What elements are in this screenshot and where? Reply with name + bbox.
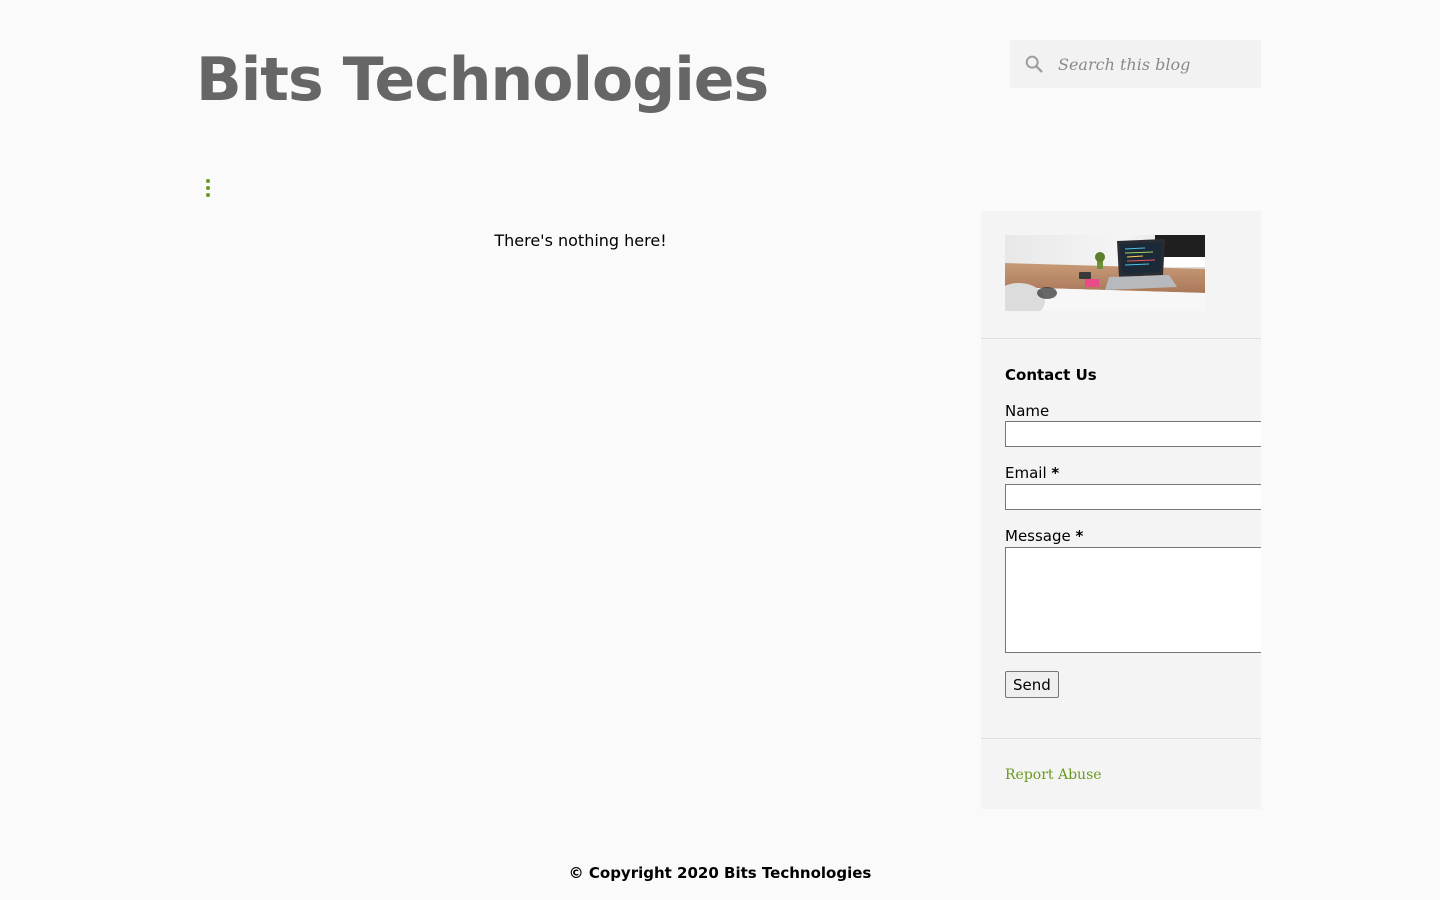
search-icon[interactable]: [1010, 40, 1058, 88]
menu-dot: [206, 193, 210, 197]
search-box[interactable]: [1010, 40, 1261, 88]
menu-dot: [206, 186, 210, 190]
required-marker: *: [1075, 527, 1084, 545]
footer-copyright: © Copyright 2020 Bits Technologies: [568, 864, 872, 882]
blog-title[interactable]: Bits Technologies: [196, 40, 769, 120]
laptop-desk-image: [1005, 235, 1205, 311]
name-label: Name: [1005, 401, 1049, 421]
message-label-text: Message: [1005, 527, 1071, 545]
message-field[interactable]: [1005, 547, 1261, 653]
report-abuse-link[interactable]: Report Abuse: [1005, 765, 1102, 785]
send-button[interactable]: Send: [1005, 671, 1059, 698]
required-marker: *: [1051, 464, 1060, 482]
name-field[interactable]: [1005, 421, 1261, 447]
email-label: Email *: [1005, 463, 1059, 483]
sidebar-divider: [981, 738, 1261, 739]
empty-state-message: There's nothing here!: [494, 231, 667, 250]
sidebar-divider: [981, 338, 1261, 339]
sidebar: Contact Us Name Email * Message * Send R…: [981, 211, 1261, 809]
email-label-text: Email: [1005, 464, 1047, 482]
message-label: Message *: [1005, 526, 1083, 546]
search-input[interactable]: [1058, 40, 1253, 88]
header-image-section: [981, 211, 1261, 311]
contact-form-title: Contact Us: [1005, 366, 1097, 384]
email-field[interactable]: [1005, 484, 1261, 510]
name-label-text: Name: [1005, 402, 1050, 420]
more-vertical-icon[interactable]: [200, 176, 216, 200]
menu-dot: [206, 179, 210, 183]
